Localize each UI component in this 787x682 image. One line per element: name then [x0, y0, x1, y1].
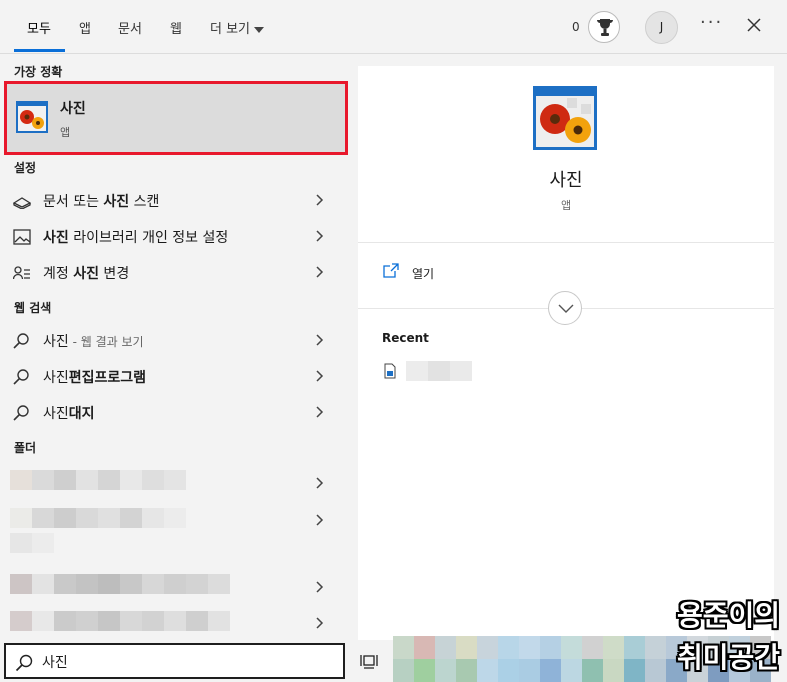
settings-item-label: 문서 또는 사진 스캔 — [43, 194, 160, 210]
open-icon — [383, 263, 399, 278]
best-match-type: 앱 — [60, 126, 71, 139]
rewards-button[interactable] — [588, 11, 620, 43]
trophy-icon — [597, 19, 613, 36]
chevron-right-icon — [316, 194, 324, 206]
folder-item[interactable] — [0, 571, 345, 603]
tab-more[interactable]: 더 보기 — [210, 18, 265, 37]
redacted-text — [10, 574, 300, 594]
chevron-down-icon — [558, 304, 574, 313]
search-input[interactable] — [42, 651, 332, 673]
photos-app-icon — [16, 101, 48, 133]
divider — [358, 242, 774, 243]
account-avatar[interactable]: J — [645, 11, 678, 44]
web-result-label: 사진 - 웹 결과 보기 — [43, 334, 144, 350]
photos-app-large-icon — [533, 86, 597, 150]
search-box[interactable] — [4, 643, 345, 679]
tab-documents[interactable]: 문서 — [118, 18, 142, 37]
chevron-down-icon — [254, 26, 265, 33]
redacted-text — [406, 361, 472, 381]
web-result-item[interactable]: 사진편집프로그램 — [0, 360, 345, 392]
active-tab-indicator — [14, 49, 65, 52]
tab-all[interactable]: 모두 — [27, 18, 51, 37]
section-settings: 설정 — [14, 161, 37, 175]
web-result-item[interactable]: 사진대지 — [0, 396, 345, 428]
settings-item-account-picture[interactable]: 계정 사진 변경 — [0, 256, 345, 288]
redacted-text — [10, 470, 300, 490]
watermark-line-1: 용준이의 — [676, 599, 780, 632]
expand-button[interactable] — [548, 291, 582, 325]
folder-item[interactable] — [0, 504, 345, 536]
tab-apps[interactable]: 앱 — [79, 18, 91, 37]
search-icon — [13, 333, 29, 349]
results-pane: 가장 정확 사진 앱 설정 문서 또는 사진 스캔 사진 라이브러리 개인 정보… — [0, 55, 358, 640]
section-best-match: 가장 정확 — [14, 65, 63, 79]
watermark-line-2: 취미공간 — [676, 641, 780, 674]
search-icon — [13, 369, 29, 385]
chevron-right-icon — [316, 370, 324, 382]
more-options-button[interactable]: ··· — [700, 12, 723, 33]
best-match-item[interactable]: 사진 앱 — [4, 81, 348, 155]
chevron-right-icon — [316, 334, 324, 346]
image-icon — [13, 229, 31, 245]
settings-item-scan[interactable]: 문서 또는 사진 스캔 — [0, 184, 345, 216]
chevron-right-icon — [316, 230, 324, 242]
settings-item-label: 사진 라이브러리 개인 정보 설정 — [43, 230, 229, 246]
folder-item[interactable] — [0, 467, 345, 499]
close-icon[interactable] — [742, 13, 766, 37]
scanner-icon — [13, 197, 31, 209]
redacted-text — [10, 611, 300, 631]
redacted-text — [10, 533, 60, 553]
rewards-points: 0 — [572, 20, 580, 34]
detail-pane: 사진 앱 열기 Recent — [358, 66, 774, 640]
settings-item-library-privacy[interactable]: 사진 라이브러리 개인 정보 설정 — [0, 220, 345, 252]
search-icon — [13, 405, 29, 421]
chevron-right-icon — [316, 514, 324, 526]
web-result-item[interactable]: 사진 - 웹 결과 보기 — [0, 324, 345, 356]
folder-item[interactable] — [0, 607, 345, 639]
person-list-icon — [13, 266, 30, 280]
tab-more-label: 더 보기 — [210, 22, 251, 37]
settings-item-label: 계정 사진 변경 — [43, 266, 130, 282]
chevron-right-icon — [316, 406, 324, 418]
chevron-right-icon — [316, 266, 324, 278]
open-action[interactable]: 열기 — [382, 263, 482, 283]
redacted-text — [10, 508, 300, 528]
chevron-right-icon — [316, 477, 324, 489]
detail-title: 사진 — [549, 170, 583, 191]
search-top-bar: 모두 앱 문서 웹 더 보기 0 J ··· — [0, 0, 787, 54]
web-result-label: 사진대지 — [43, 406, 95, 422]
web-result-label: 사진편집프로그램 — [43, 370, 147, 386]
detail-type: 앱 — [560, 199, 572, 212]
chevron-right-icon — [316, 581, 324, 593]
open-label: 열기 — [412, 267, 435, 281]
section-web-search: 웹 검색 — [14, 301, 52, 315]
tab-web[interactable]: 웹 — [170, 18, 182, 37]
recent-heading: Recent — [382, 331, 429, 345]
section-folders: 폴더 — [14, 441, 37, 455]
image-file-icon — [384, 363, 396, 379]
task-view-icon[interactable] — [360, 652, 378, 670]
best-match-name: 사진 — [60, 101, 86, 117]
search-icon — [15, 654, 33, 672]
chevron-right-icon — [316, 617, 324, 629]
